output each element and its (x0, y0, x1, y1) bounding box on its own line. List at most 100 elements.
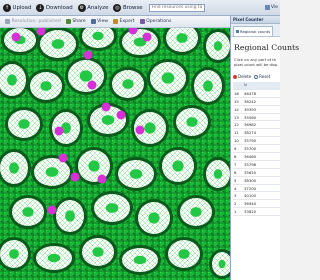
row-count: 38274 (243, 128, 280, 138)
row-index: 8 (233, 152, 243, 161)
row-index: 4 (233, 184, 243, 193)
region-marker[interactable] (54, 126, 64, 136)
share-label: Share (72, 19, 86, 24)
row-count: 35560 (243, 113, 280, 122)
download-button[interactable]: ↓ Download (36, 3, 73, 12)
table-row[interactable]: 6 35620 (233, 168, 280, 177)
tab-regional-counts[interactable]: Regional counts (233, 26, 274, 36)
resolution-item[interactable]: Resolution: published (5, 19, 61, 24)
row-index: 1 (233, 207, 243, 217)
crypt-core (129, 169, 143, 179)
crypt-core (65, 210, 75, 222)
row-count: 36940 (243, 199, 280, 209)
browse-button[interactable]: ◎ Browse (113, 3, 143, 12)
header-count: N (243, 82, 280, 90)
region-marker[interactable] (58, 153, 68, 163)
crypt-core (47, 253, 61, 263)
table-row[interactable]: 10 35790 (233, 136, 280, 146)
row-index: 14 (233, 105, 243, 114)
upload-button[interactable]: ↑ Upload (3, 3, 31, 12)
table-row[interactable]: 2 36940 (233, 199, 280, 209)
row-count: 38300 (243, 176, 280, 185)
table-row[interactable]: 16 46478 (233, 89, 280, 98)
crypt-core (203, 80, 213, 92)
table-row[interactable]: 14 39393 (233, 105, 280, 114)
panel-description: Click on any part of th pixel count will… (234, 57, 280, 67)
image-viewer[interactable] (0, 28, 230, 280)
row-count: 36982 (243, 120, 280, 130)
table-row[interactable]: 12 36982 (233, 120, 280, 130)
resolution-label: Resolution: published (11, 19, 61, 24)
operations-item[interactable]: Operations (139, 19, 171, 24)
row-index: 13 (233, 113, 243, 122)
expert-item[interactable]: Expert (113, 19, 135, 24)
crypt-core (122, 79, 134, 89)
crypt-core (144, 122, 156, 134)
table-row[interactable]: 5 38300 (233, 176, 280, 185)
crypt-core (40, 81, 52, 91)
tab-label: Regional counts (240, 29, 271, 34)
row-index: 3 (233, 191, 243, 201)
delete-button[interactable]: Delete (233, 74, 251, 79)
crypt-core (7, 74, 17, 86)
table-row[interactable]: 3 40100 (233, 191, 280, 201)
crypt-core (218, 259, 226, 269)
row-index: 12 (233, 120, 243, 130)
crypt-core (79, 70, 93, 82)
row-count: 38242 (243, 97, 280, 106)
crypt-core (92, 247, 104, 257)
operations-icon (139, 19, 145, 24)
region-marker[interactable] (97, 174, 107, 184)
crypt-core (161, 72, 175, 84)
reset-icon (254, 74, 259, 79)
search-input[interactable] (148, 3, 205, 12)
row-index: 5 (233, 176, 243, 185)
crypt-core (45, 167, 59, 177)
region-marker[interactable] (101, 102, 111, 112)
row-index: 16 (233, 89, 243, 98)
region-marker[interactable] (116, 110, 126, 120)
region-marker[interactable] (83, 50, 93, 60)
row-count: 35700 (243, 144, 280, 154)
region-marker[interactable] (87, 80, 97, 90)
reset-button[interactable]: Reset (254, 74, 270, 79)
table-row[interactable]: 9 35700 (233, 144, 280, 154)
crypt-core (88, 160, 100, 172)
analyze-label: Analyze (87, 4, 109, 11)
delete-icon (233, 74, 237, 79)
crypt-core (9, 162, 19, 174)
crypt-core (105, 203, 119, 213)
region-marker[interactable] (47, 205, 57, 215)
row-index: 9 (233, 144, 243, 154)
table-row[interactable]: 7 35798 (233, 160, 280, 169)
row-index: 2 (233, 199, 243, 209)
analyze-button[interactable]: ⚙ Analyze (77, 3, 109, 12)
view-icon (264, 5, 270, 10)
pixel-counter-panel: Pixel Counter Regional counts Regional C… (230, 16, 300, 280)
table-row[interactable]: 1 33820 (233, 207, 280, 217)
panel-tabs: Regional counts (231, 24, 280, 37)
table-row[interactable]: 13 35560 (233, 113, 280, 122)
region-marker[interactable] (11, 32, 21, 42)
region-marker[interactable] (135, 125, 145, 135)
browse-icon: ◎ (113, 3, 122, 12)
share-item[interactable]: Share (65, 19, 86, 24)
region-marker[interactable] (70, 172, 80, 182)
view-item[interactable]: View (90, 19, 108, 24)
browse-label: Browse (122, 4, 143, 11)
region-marker[interactable] (142, 32, 152, 42)
table-row[interactable]: 15 38242 (233, 97, 280, 106)
expert-label: Expert (119, 19, 135, 24)
crypt-core (148, 212, 160, 224)
table-row[interactable]: 4 37200 (233, 184, 280, 193)
table-header-row: N (233, 82, 280, 90)
table-row[interactable]: 8 36460 (233, 152, 280, 161)
description-line-2: pixel count will be disp (234, 62, 278, 67)
download-icon: ↓ (36, 3, 45, 12)
panel-title: Regional Counts (234, 43, 300, 52)
table-row[interactable]: 11 38274 (233, 128, 280, 138)
view-menu[interactable]: Vie (264, 5, 278, 10)
panel-tools: Delete Reset (233, 74, 280, 79)
row-count: 35790 (243, 136, 280, 146)
row-index: 10 (233, 136, 243, 146)
